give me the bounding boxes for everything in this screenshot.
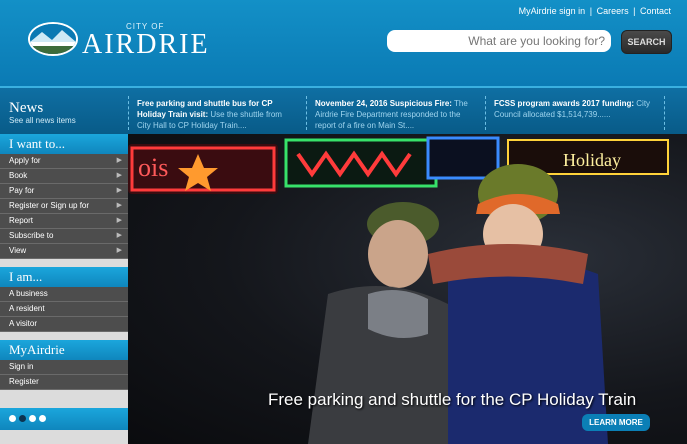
svg-text:Holiday: Holiday xyxy=(563,150,621,170)
chevron-right-icon: ▶ xyxy=(116,202,122,209)
chevron-right-icon: ▶ xyxy=(116,187,122,194)
news-divider xyxy=(485,96,486,130)
slide-caption: Free parking and shuttle for the CP Holi… xyxy=(268,390,637,409)
sidebar-item-apply-for[interactable]: Apply for ▶ xyxy=(0,154,128,169)
news-item-title: FCSS program awards 2017 funding: xyxy=(494,99,635,108)
svg-text:ois: ois xyxy=(138,153,168,182)
util-separator: | xyxy=(589,6,593,16)
slide-dot[interactable] xyxy=(39,415,46,422)
news-bar: News See all news items Free parking and… xyxy=(0,86,687,136)
sidebar-gap xyxy=(0,332,128,340)
news-divider xyxy=(306,96,307,130)
sidebar-gap xyxy=(0,259,128,267)
sidebar-item-register-account[interactable]: Register xyxy=(0,375,128,390)
chevron-right-icon: ▶ xyxy=(116,232,122,239)
city-logo[interactable]: CITY OF AIRDRIE xyxy=(28,22,228,62)
sidebar-item-label: Book xyxy=(9,171,28,180)
news-divider xyxy=(128,96,129,130)
slide-dot[interactable] xyxy=(29,415,36,422)
careers-link[interactable]: Careers xyxy=(597,6,629,16)
hero-slide[interactable]: ois Holiday Free parking and shuttle for… xyxy=(128,134,687,444)
sidebar-item-label: Subscribe to xyxy=(9,231,54,240)
news-item[interactable]: Free parking and shuttle bus for CP Holi… xyxy=(137,98,297,131)
myairdrie-signin-link[interactable]: MyAirdrie sign in xyxy=(519,6,586,16)
news-item-title: November 24, 2016 Suspicious Fire: xyxy=(315,99,452,108)
i-am-heading[interactable]: I am... xyxy=(0,267,128,287)
slide-dot[interactable] xyxy=(9,415,16,422)
sidebar-item-subscribe[interactable]: Subscribe to ▶ xyxy=(0,229,128,244)
news-divider xyxy=(664,96,665,130)
chevron-right-icon: ▶ xyxy=(116,247,122,254)
search-input[interactable] xyxy=(387,30,611,52)
slider-dots xyxy=(0,408,128,430)
sidebar-item-pay-for[interactable]: Pay for ▶ xyxy=(0,184,128,199)
see-all-news-link[interactable]: See all news items xyxy=(9,116,76,125)
sidebar: I want to... Apply for ▶ Book ▶ Pay for ▶ R… xyxy=(0,134,128,444)
news-item[interactable]: FCSS program awards 2017 funding: City C… xyxy=(494,98,654,120)
sidebar-item-register[interactable]: Register or Sign up for ▶ xyxy=(0,199,128,214)
sidebar-item-business[interactable]: A business xyxy=(0,287,128,302)
util-separator: | xyxy=(633,6,636,16)
slide-dot-active[interactable] xyxy=(19,415,26,422)
utility-nav: MyAirdrie sign in | Careers | Contact xyxy=(519,6,671,16)
news-heading: News xyxy=(9,100,44,116)
airdrie-emblem-icon xyxy=(28,22,78,56)
chevron-right-icon: ▶ xyxy=(116,172,122,179)
sidebar-item-sign-in[interactable]: Sign in xyxy=(0,360,128,375)
sidebar-item-label: Apply for xyxy=(9,156,41,165)
sidebar-item-label: Register or Sign up for xyxy=(9,201,90,210)
i-want-to-heading[interactable]: I want to... xyxy=(0,134,128,154)
sidebar-item-label: Pay for xyxy=(9,186,35,195)
sidebar-item-report[interactable]: Report ▶ xyxy=(0,214,128,229)
sidebar-item-view[interactable]: View ▶ xyxy=(0,244,128,259)
contact-link[interactable]: Contact xyxy=(640,6,671,16)
myairdrie-heading[interactable]: MyAirdrie xyxy=(0,340,128,360)
sidebar-item-visitor[interactable]: A visitor xyxy=(0,317,128,332)
learn-more-button[interactable]: LEARN MORE xyxy=(582,414,650,431)
chevron-right-icon: ▶ xyxy=(116,217,122,224)
chevron-right-icon: ▶ xyxy=(116,157,122,164)
sidebar-item-resident[interactable]: A resident xyxy=(0,302,128,317)
site-header: CITY OF AIRDRIE MyAirdrie sign in | Care… xyxy=(0,0,687,90)
sidebar-item-label: View xyxy=(9,246,27,255)
logo-name: AIRDRIE xyxy=(82,29,210,60)
news-item[interactable]: November 24, 2016 Suspicious Fire: The A… xyxy=(315,98,475,131)
sidebar-item-book[interactable]: Book ▶ xyxy=(0,169,128,184)
search-button[interactable]: SEARCH xyxy=(621,30,672,54)
sidebar-item-label: Report xyxy=(9,216,34,225)
